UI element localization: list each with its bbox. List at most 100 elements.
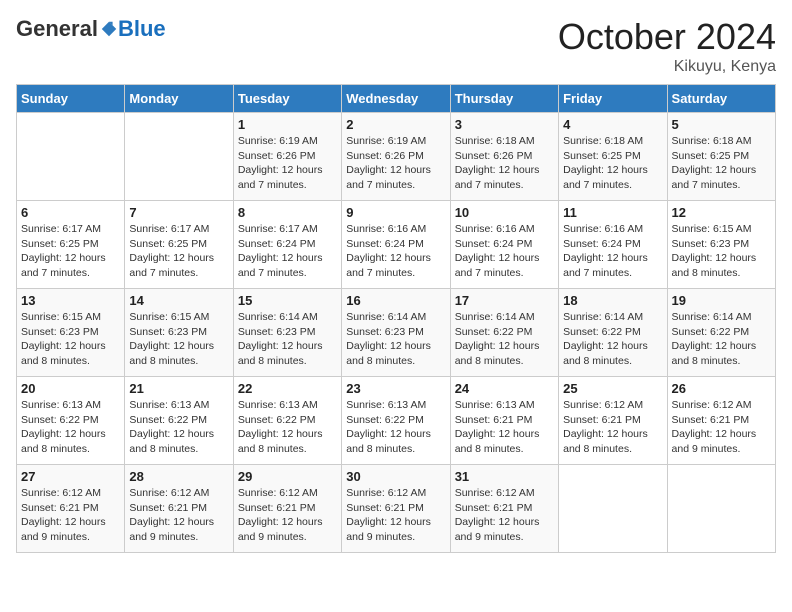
location-subtitle: Kikuyu, Kenya xyxy=(558,58,776,76)
day-info: Sunrise: 6:18 AM Sunset: 6:25 PM Dayligh… xyxy=(672,134,771,193)
day-number: 3 xyxy=(455,117,554,132)
day-number: 4 xyxy=(563,117,662,132)
day-number: 28 xyxy=(129,469,228,484)
day-number: 8 xyxy=(238,205,337,220)
calendar-cell: 30Sunrise: 6:12 AM Sunset: 6:21 PM Dayli… xyxy=(342,465,450,553)
day-number: 7 xyxy=(129,205,228,220)
day-number: 12 xyxy=(672,205,771,220)
day-number: 25 xyxy=(563,381,662,396)
weekday-header: Saturday xyxy=(667,85,775,113)
day-info: Sunrise: 6:13 AM Sunset: 6:21 PM Dayligh… xyxy=(455,398,554,457)
weekday-header: Tuesday xyxy=(233,85,341,113)
page-header: General Blue October 2024 Kikuyu, Kenya xyxy=(16,16,776,76)
calendar-cell xyxy=(559,465,667,553)
calendar-week-row: 27 Sunrise: 6:12 AM Sunset: 6:21 PM Dayli… xyxy=(17,465,776,553)
calendar-cell: 10 Sunrise: 6:16 AM Sunset: 6:24 PM Dayli… xyxy=(450,201,558,289)
day-info: Sunrise: 6:17 AM Sunset: 6:25 PM Dayligh… xyxy=(21,222,120,281)
calendar-cell: 23Sunrise: 6:13 AM Sunset: 6:22 PM Dayli… xyxy=(342,377,450,465)
day-info: Sunrise: 6:12 AM Sunset: 6:21 PM Dayligh… xyxy=(672,398,771,457)
calendar-cell: 4Sunrise: 6:18 AM Sunset: 6:25 PM Daylig… xyxy=(559,113,667,201)
calendar-cell xyxy=(667,465,775,553)
day-info: Sunrise: 6:13 AM Sunset: 6:22 PM Dayligh… xyxy=(21,398,120,457)
day-info: Sunrise: 6:14 AM Sunset: 6:23 PM Dayligh… xyxy=(346,310,445,369)
day-info: Sunrise: 6:14 AM Sunset: 6:22 PM Dayligh… xyxy=(672,310,771,369)
day-number: 13 xyxy=(21,293,120,308)
calendar-cell: 18Sunrise: 6:14 AM Sunset: 6:22 PM Dayli… xyxy=(559,289,667,377)
day-info: Sunrise: 6:18 AM Sunset: 6:26 PM Dayligh… xyxy=(455,134,554,193)
logo-blue-text: Blue xyxy=(118,16,166,42)
day-number: 16 xyxy=(346,293,445,308)
day-info: Sunrise: 6:17 AM Sunset: 6:24 PM Dayligh… xyxy=(238,222,337,281)
calendar-cell: 7 Sunrise: 6:17 AM Sunset: 6:25 PM Daylig… xyxy=(125,201,233,289)
calendar-cell: 11Sunrise: 6:16 AM Sunset: 6:24 PM Dayli… xyxy=(559,201,667,289)
day-number: 21 xyxy=(129,381,228,396)
calendar-cell: 17 Sunrise: 6:14 AM Sunset: 6:22 PM Dayli… xyxy=(450,289,558,377)
day-info: Sunrise: 6:16 AM Sunset: 6:24 PM Dayligh… xyxy=(455,222,554,281)
day-info: Sunrise: 6:12 AM Sunset: 6:21 PM Dayligh… xyxy=(455,486,554,545)
calendar-cell: 31 Sunrise: 6:12 AM Sunset: 6:21 PM Dayli… xyxy=(450,465,558,553)
day-info: Sunrise: 6:15 AM Sunset: 6:23 PM Dayligh… xyxy=(672,222,771,281)
day-number: 6 xyxy=(21,205,120,220)
calendar-cell: 9 Sunrise: 6:16 AM Sunset: 6:24 PM Daylig… xyxy=(342,201,450,289)
calendar-cell: 29 Sunrise: 6:12 AM Sunset: 6:21 PM Dayli… xyxy=(233,465,341,553)
calendar-week-row: 1 Sunrise: 6:19 AM Sunset: 6:26 PM Daylig… xyxy=(17,113,776,201)
day-info: Sunrise: 6:12 AM Sunset: 6:21 PM Dayligh… xyxy=(129,486,228,545)
logo-general-text: General xyxy=(16,16,98,42)
calendar-cell: 14 Sunrise: 6:15 AM Sunset: 6:23 PM Dayli… xyxy=(125,289,233,377)
day-number: 11 xyxy=(563,205,662,220)
calendar-cell: 20Sunrise: 6:13 AM Sunset: 6:22 PM Dayli… xyxy=(17,377,125,465)
day-info: Sunrise: 6:13 AM Sunset: 6:22 PM Dayligh… xyxy=(129,398,228,457)
day-number: 5 xyxy=(672,117,771,132)
calendar-cell: 16 Sunrise: 6:14 AM Sunset: 6:23 PM Dayli… xyxy=(342,289,450,377)
day-number: 9 xyxy=(346,205,445,220)
day-number: 14 xyxy=(129,293,228,308)
calendar-cell: 28 Sunrise: 6:12 AM Sunset: 6:21 PM Dayli… xyxy=(125,465,233,553)
day-number: 31 xyxy=(455,469,554,484)
day-number: 19 xyxy=(672,293,771,308)
logo-flag-icon xyxy=(100,20,118,38)
day-info: Sunrise: 6:12 AM Sunset: 6:21 PM Dayligh… xyxy=(563,398,662,457)
calendar-cell xyxy=(17,113,125,201)
day-info: Sunrise: 6:12 AM Sunset: 6:21 PM Dayligh… xyxy=(21,486,120,545)
calendar-cell: 24 Sunrise: 6:13 AM Sunset: 6:21 PM Dayli… xyxy=(450,377,558,465)
month-title: October 2024 xyxy=(558,16,776,58)
day-info: Sunrise: 6:14 AM Sunset: 6:23 PM Dayligh… xyxy=(238,310,337,369)
day-number: 2 xyxy=(346,117,445,132)
calendar-cell: 12 Sunrise: 6:15 AM Sunset: 6:23 PM Dayli… xyxy=(667,201,775,289)
day-number: 24 xyxy=(455,381,554,396)
day-info: Sunrise: 6:19 AM Sunset: 6:26 PM Dayligh… xyxy=(238,134,337,193)
calendar-table: SundayMondayTuesdayWednesdayThursdayFrid… xyxy=(16,84,776,553)
calendar-cell: 27 Sunrise: 6:12 AM Sunset: 6:21 PM Dayli… xyxy=(17,465,125,553)
calendar-cell: 26 Sunrise: 6:12 AM Sunset: 6:21 PM Dayli… xyxy=(667,377,775,465)
day-info: Sunrise: 6:16 AM Sunset: 6:24 PM Dayligh… xyxy=(346,222,445,281)
calendar-cell: 5 Sunrise: 6:18 AM Sunset: 6:25 PM Daylig… xyxy=(667,113,775,201)
calendar-week-row: 13 Sunrise: 6:15 AM Sunset: 6:23 PM Dayli… xyxy=(17,289,776,377)
day-number: 27 xyxy=(21,469,120,484)
weekday-header-row: SundayMondayTuesdayWednesdayThursdayFrid… xyxy=(17,85,776,113)
day-number: 30 xyxy=(346,469,445,484)
calendar-cell: 25 Sunrise: 6:12 AM Sunset: 6:21 PM Dayli… xyxy=(559,377,667,465)
weekday-header: Sunday xyxy=(17,85,125,113)
day-info: Sunrise: 6:15 AM Sunset: 6:23 PM Dayligh… xyxy=(129,310,228,369)
day-number: 26 xyxy=(672,381,771,396)
logo: General Blue xyxy=(16,16,166,42)
title-block: October 2024 Kikuyu, Kenya xyxy=(558,16,776,76)
calendar-cell: 15Sunrise: 6:14 AM Sunset: 6:23 PM Dayli… xyxy=(233,289,341,377)
day-number: 10 xyxy=(455,205,554,220)
day-info: Sunrise: 6:14 AM Sunset: 6:22 PM Dayligh… xyxy=(455,310,554,369)
day-info: Sunrise: 6:14 AM Sunset: 6:22 PM Dayligh… xyxy=(563,310,662,369)
day-info: Sunrise: 6:15 AM Sunset: 6:23 PM Dayligh… xyxy=(21,310,120,369)
weekday-header: Friday xyxy=(559,85,667,113)
day-info: Sunrise: 6:17 AM Sunset: 6:25 PM Dayligh… xyxy=(129,222,228,281)
calendar-cell: 21 Sunrise: 6:13 AM Sunset: 6:22 PM Dayli… xyxy=(125,377,233,465)
day-number: 1 xyxy=(238,117,337,132)
weekday-header: Wednesday xyxy=(342,85,450,113)
day-number: 22 xyxy=(238,381,337,396)
day-info: Sunrise: 6:12 AM Sunset: 6:21 PM Dayligh… xyxy=(238,486,337,545)
day-number: 23 xyxy=(346,381,445,396)
calendar-cell: 2Sunrise: 6:19 AM Sunset: 6:26 PM Daylig… xyxy=(342,113,450,201)
calendar-cell xyxy=(125,113,233,201)
day-info: Sunrise: 6:13 AM Sunset: 6:22 PM Dayligh… xyxy=(238,398,337,457)
day-number: 17 xyxy=(455,293,554,308)
day-number: 29 xyxy=(238,469,337,484)
